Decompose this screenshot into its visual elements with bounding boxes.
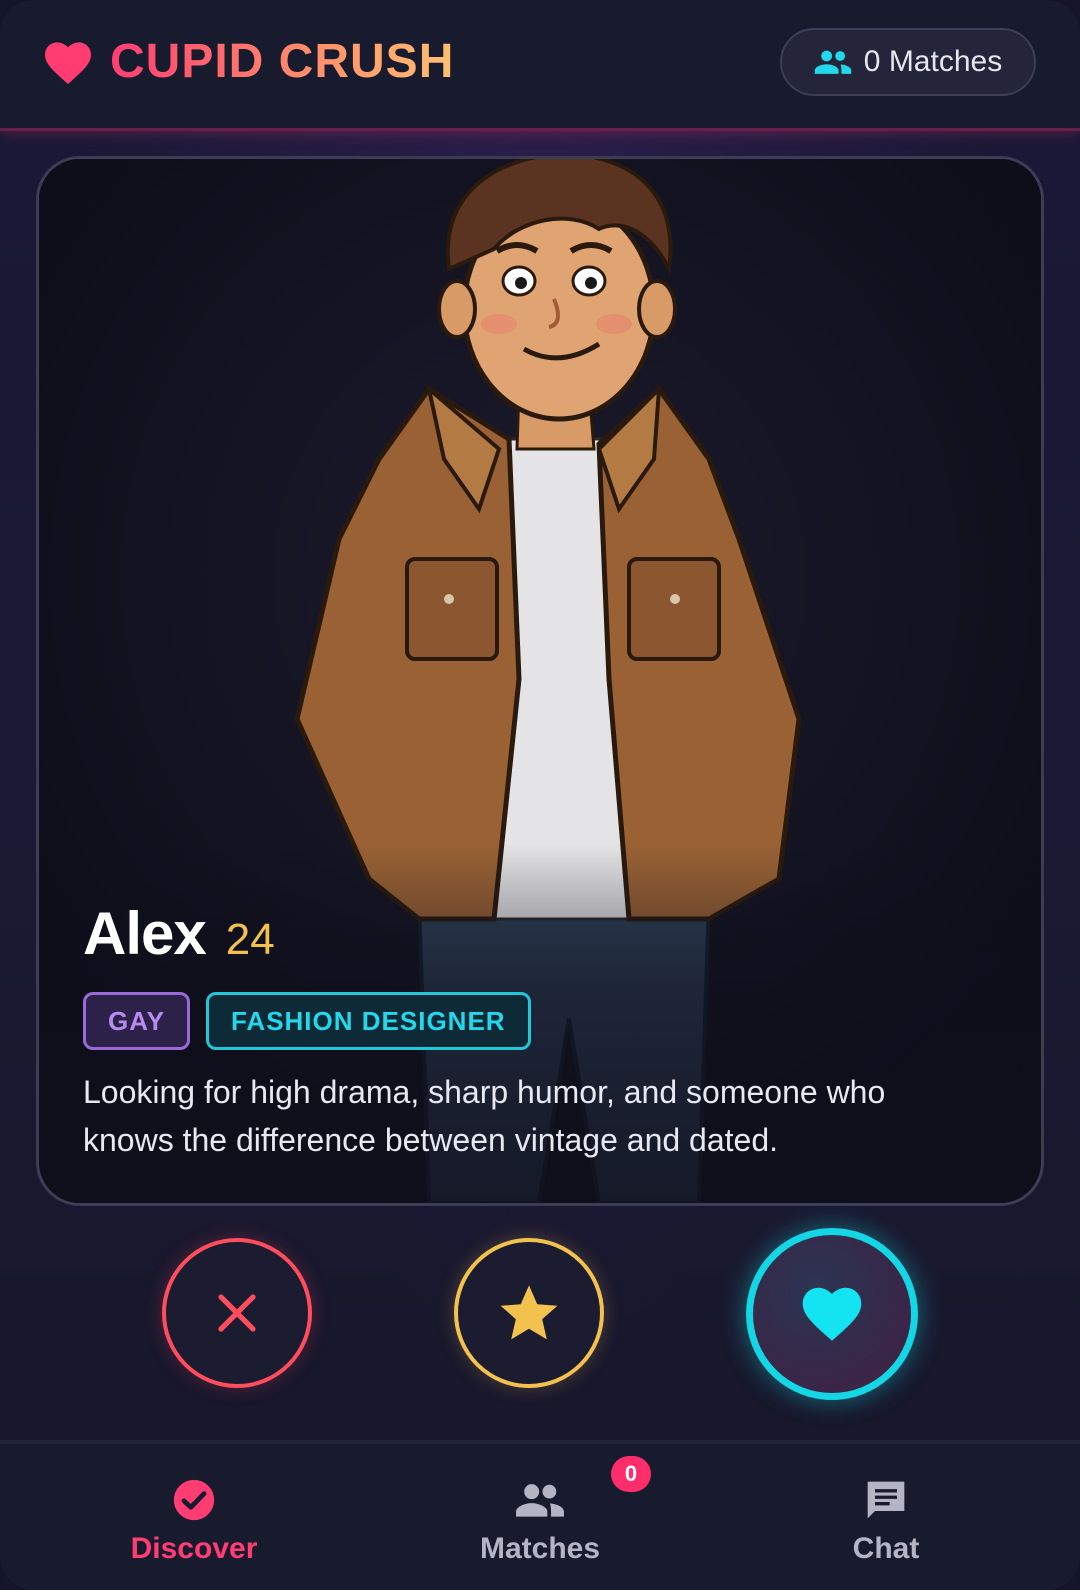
people-icon (814, 50, 852, 74)
profile-tags: GAY FASHION DESIGNER (83, 992, 983, 1050)
tag-orientation: GAY (83, 992, 190, 1050)
chat-icon (867, 1481, 905, 1519)
tag-occupation: FASHION DESIGNER (205, 992, 531, 1050)
like-button[interactable] (746, 1228, 918, 1400)
check-circle-icon (173, 1479, 215, 1521)
name-row: Alex 24 (83, 899, 983, 968)
matches-badge: 0 (611, 1456, 651, 1492)
close-icon (218, 1294, 256, 1332)
nav-matches[interactable]: Matches 0 (430, 1444, 651, 1590)
app-title: CUPID CRUSH (110, 35, 455, 88)
nav-discover-label: Discover (130, 1532, 258, 1565)
star-icon (500, 1285, 558, 1340)
people-icon (516, 1484, 564, 1517)
heart-icon (802, 1287, 862, 1341)
matches-count-button[interactable]: 0 Matches (780, 28, 1036, 96)
profile-info: Alex 24 GAY FASHION DESIGNER Looking for… (83, 899, 983, 1164)
profile-bio: Looking for high drama, sharp humor, and… (83, 1074, 886, 1158)
profile-name: Alex (83, 900, 207, 967)
nav-chat[interactable]: Chat (776, 1444, 996, 1590)
profile-card[interactable]: Alex 24 GAY FASHION DESIGNER Looking for… (36, 156, 1044, 1206)
matches-pill-label: 0 Matches (863, 45, 1003, 78)
nav-chat-label: Chat (852, 1532, 920, 1565)
app-header: CUPID CRUSH 0 Matches (0, 0, 1080, 131)
app-screen: CUPID CRUSH 0 Matches Alex 24 GAY FASHIO… (0, 0, 1080, 1590)
pass-button[interactable] (162, 1238, 312, 1388)
profile-age: 24 (225, 915, 275, 964)
bottom-navigation: Discover Matches 0 Chat (0, 1440, 1080, 1590)
nav-discover[interactable]: Discover (84, 1444, 304, 1590)
nav-matches-label: Matches (479, 1532, 601, 1565)
heart-icon (45, 42, 91, 84)
superlike-button[interactable] (454, 1238, 604, 1388)
